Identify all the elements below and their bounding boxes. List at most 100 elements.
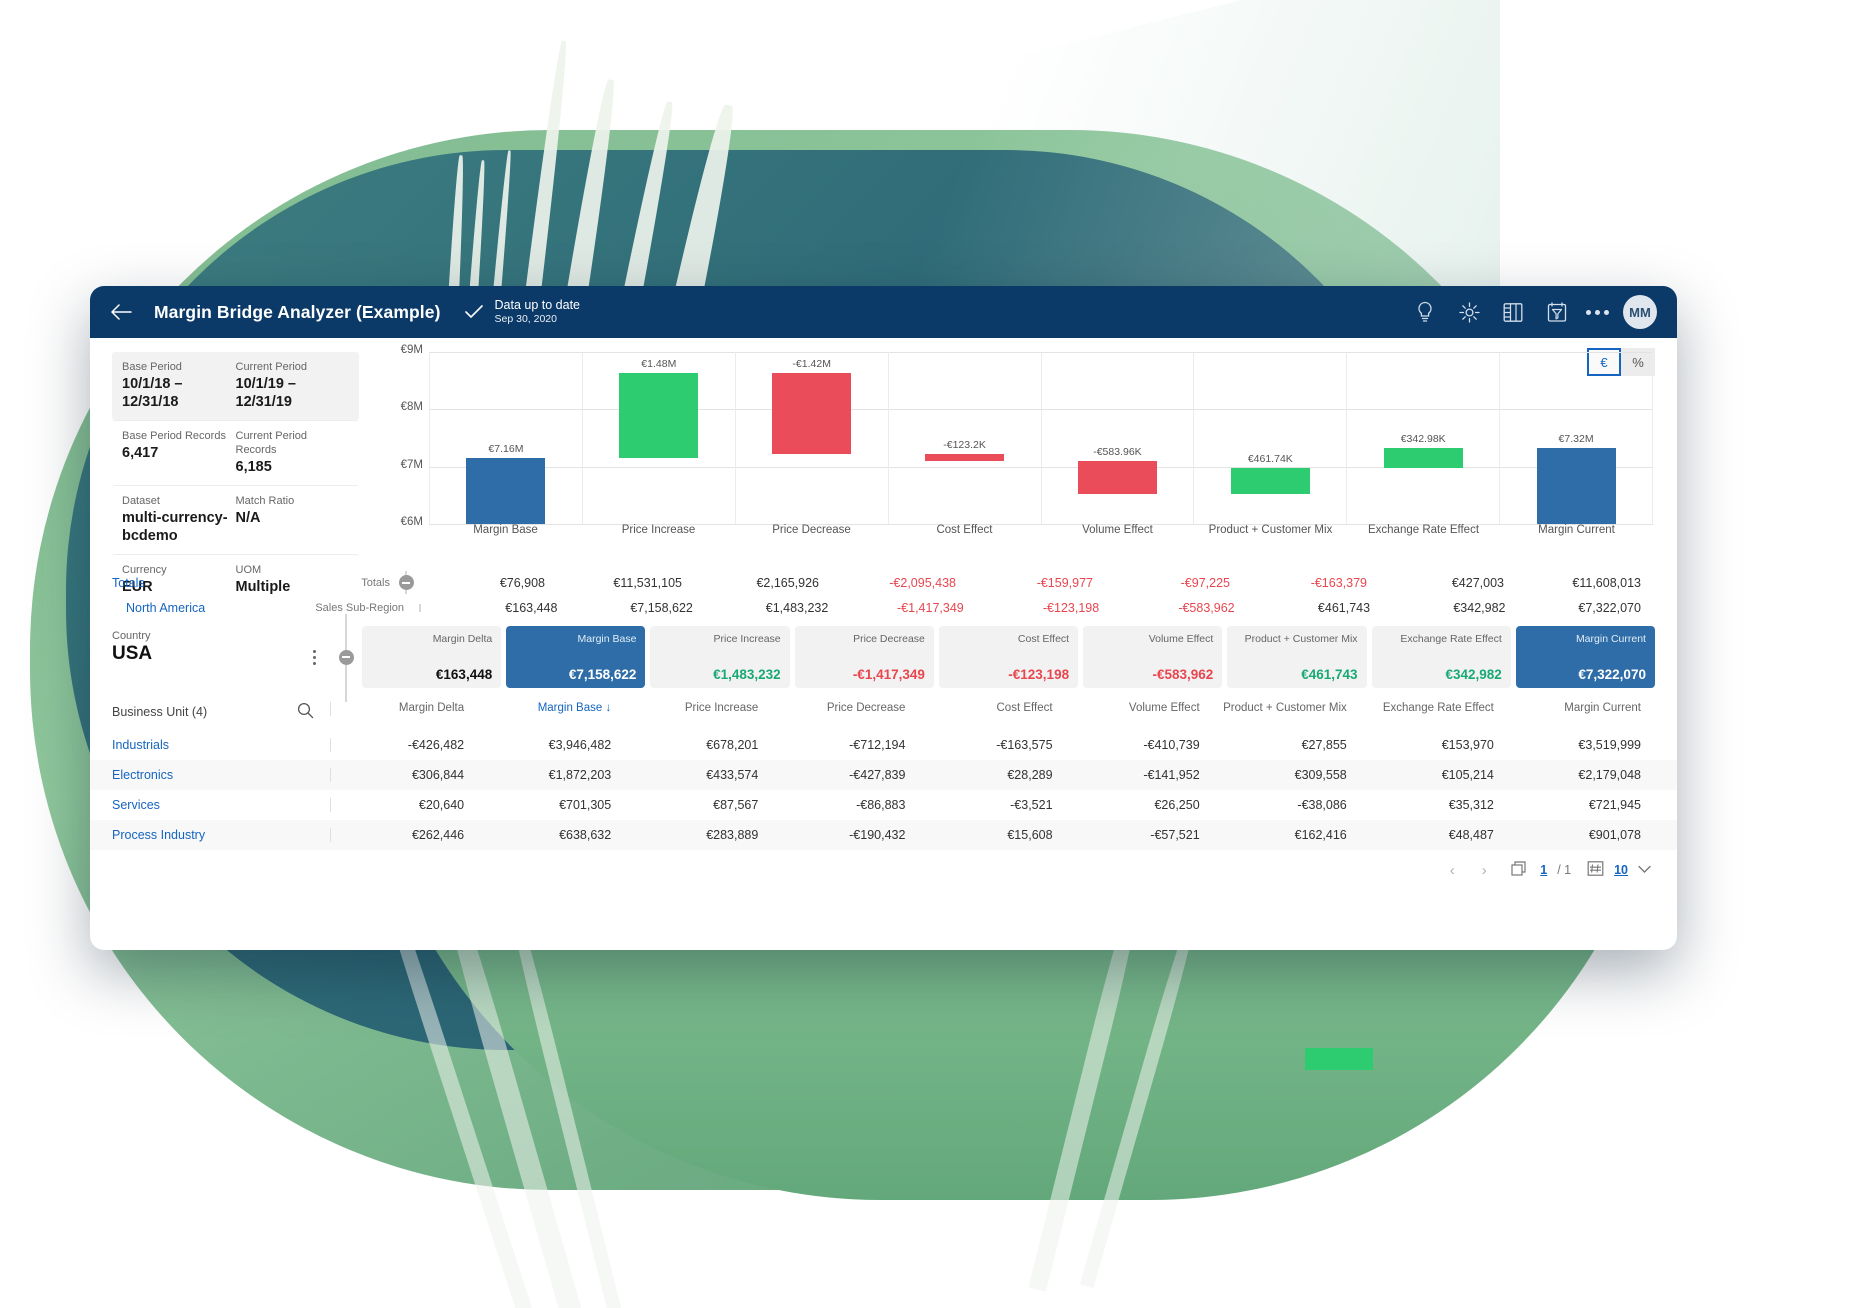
summary-cell: €11,608,013 — [1572, 575, 1641, 590]
chart-bar[interactable] — [1383, 448, 1463, 468]
table-column-header[interactable]: Margin Current — [1508, 702, 1655, 716]
info-label: Dataset — [122, 494, 160, 507]
table-header: Business Unit (4) Margin Delta Margin Bas… — [90, 692, 1677, 730]
summary-row-collapse-toggle[interactable] — [390, 571, 422, 594]
kpi-row: Country USA Margin Delta €163,448 Margin B… — [90, 614, 1677, 702]
dataset-info-panel: Base Period 10/1/18 – 12/31/18 Current P… — [90, 338, 373, 595]
chart-x-tick-label: Product + Customer Mix — [1208, 524, 1333, 536]
table-cell: €306,844 — [411, 768, 465, 782]
summary-row-name[interactable]: Totals — [112, 576, 298, 590]
chart-bar[interactable] — [1230, 467, 1310, 495]
kpi-card-value: €342,982 — [1445, 667, 1502, 682]
table-column-header[interactable]: Margin Delta — [331, 702, 478, 716]
table-column-header[interactable]: Product + Customer Mix — [1214, 702, 1361, 716]
summary-cell: -€2,095,438 — [889, 575, 956, 590]
info-cell: Base Period 10/1/18 – 12/31/18 — [122, 360, 236, 412]
kpi-card-title: Price Increase — [713, 633, 781, 645]
summary-cell: €163,448 — [505, 600, 558, 615]
rows-per-page[interactable]: 10 — [1614, 863, 1628, 877]
table-row-cells: -€426,482 €3,946,482 €678,201 -€712,194 -€16… — [330, 738, 1655, 752]
table-column-header[interactable]: Margin Base ↓ — [478, 702, 625, 716]
table-cell: €105,214 — [1441, 768, 1494, 782]
table-row[interactable]: Process Industry €262,446 €638,632 €283,889… — [90, 820, 1677, 850]
chart-plot-area: €9M €8M €7M €6M €7.16M €1.48M -€1.42M -€123.2K -… — [401, 344, 1653, 528]
chart-bar[interactable] — [619, 372, 699, 458]
kpi-dimension-value: USA — [112, 643, 153, 664]
chart-bar[interactable] — [1536, 448, 1616, 524]
kpi-card[interactable]: Price Increase €1,483,232 — [650, 626, 790, 688]
chevron-right-icon[interactable]: › — [1473, 862, 1495, 879]
info-label: Current Period Records — [235, 429, 308, 456]
chart-column: €461.74K — [1194, 352, 1348, 524]
summary-cell: €2,165,926 — [756, 575, 819, 590]
pages-icon — [1511, 860, 1530, 880]
table-cell: -€426,482 — [407, 738, 465, 752]
kpi-card[interactable]: Margin Current €7,322,070 — [1515, 626, 1655, 688]
summary-cell: €76,908 — [499, 575, 545, 590]
more-icon[interactable] — [1586, 309, 1609, 315]
table-cell: €153,970 — [1441, 738, 1494, 752]
rows-icon — [1587, 860, 1604, 880]
summary-cell: -€163,379 — [1310, 575, 1367, 590]
chart-column: €7.16M — [429, 352, 583, 524]
page-current[interactable]: 1 — [1540, 863, 1547, 877]
search-icon[interactable] — [297, 702, 314, 722]
background-green-bar — [1305, 1048, 1373, 1070]
table-cell: €3,519,999 — [1578, 738, 1641, 752]
chart-bar-label: €1.48M — [641, 357, 677, 370]
table-row-name[interactable]: Services — [112, 798, 330, 812]
kpi-card[interactable]: Product + Customer Mix €461,743 — [1227, 626, 1367, 688]
top-section: Base Period 10/1/18 – 12/31/18 Current P… — [90, 338, 1677, 595]
back-button[interactable] — [108, 299, 134, 325]
kpi-card-value: -€1,417,349 — [852, 667, 925, 682]
kpi-card[interactable]: Cost Effect -€123,198 — [938, 626, 1079, 688]
table-cell: €3,946,482 — [548, 738, 612, 752]
chart-column: €7.32M — [1500, 352, 1653, 524]
info-value: 6,417 — [122, 444, 159, 461]
table-column-header[interactable]: Price Decrease — [772, 702, 919, 716]
kpi-collapse-toggle[interactable] — [330, 614, 362, 702]
kpi-card[interactable]: Volume Effect -€583,962 — [1083, 626, 1223, 688]
table-cell: -€38,086 — [1297, 798, 1347, 812]
table-row-name[interactable]: Electronics — [112, 768, 330, 782]
group-by-control[interactable]: Business Unit (4) — [112, 702, 330, 722]
table-row-name[interactable]: Industrials — [112, 738, 330, 752]
chart-y-tick-label: €8M — [400, 401, 423, 414]
table-row[interactable]: Electronics €306,844 €1,872,203 €433,574 -€4… — [90, 760, 1677, 790]
avatar[interactable]: MM — [1623, 295, 1657, 329]
table-row[interactable]: Industrials -€426,482 €3,946,482 €678,201 -€… — [90, 730, 1677, 760]
table-icon[interactable] — [1496, 295, 1530, 329]
chart-x-tick-label: Cost Effect — [936, 524, 993, 536]
summary-cell: -€123,198 — [1042, 600, 1100, 615]
kpi-card-title: Margin Current — [1575, 633, 1646, 645]
chart-bar[interactable] — [925, 453, 1005, 461]
chart-x-axis: Margin Base Price Increase Price Decrease C… — [429, 524, 1653, 538]
table-row[interactable]: Services €20,640 €701,305 €87,567 -€86,883 -€… — [90, 790, 1677, 820]
chart-bar[interactable] — [466, 457, 546, 524]
lightbulb-icon[interactable] — [1408, 295, 1442, 329]
table-body: Industrials -€426,482 €3,946,482 €678,201 -€… — [90, 730, 1677, 850]
chart-column: €1.48M — [583, 352, 736, 524]
kpi-card[interactable]: Margin Base €7,158,622 — [506, 626, 646, 688]
table-row-name[interactable]: Process Industry — [112, 828, 330, 842]
chart-bar[interactable] — [772, 372, 852, 454]
kpi-card[interactable]: Margin Delta €163,448 — [362, 626, 502, 688]
kpi-row-menu-button[interactable] — [298, 626, 330, 688]
table-column-header[interactable]: Exchange Rate Effect — [1361, 702, 1508, 716]
chevron-down-icon[interactable] — [1638, 863, 1651, 877]
chart-column: -€1.42M — [736, 352, 889, 524]
summary-row-name[interactable]: North America — [112, 601, 312, 615]
table-column-header[interactable]: Price Increase — [625, 702, 772, 716]
summary-row-cells: €163,448 €7,158,622 €1,483,232 -€1,417,349 -… — [436, 601, 1655, 615]
table-column-header[interactable]: Volume Effect — [1067, 702, 1214, 716]
check-icon — [464, 305, 483, 319]
chart-bar[interactable] — [1077, 460, 1157, 495]
kpi-card[interactable]: Price Decrease -€1,417,349 — [794, 626, 934, 688]
calendar-filter-icon[interactable] — [1540, 295, 1574, 329]
kpi-card-title: Cost Effect — [1017, 633, 1070, 645]
gear-icon[interactable] — [1452, 295, 1486, 329]
kpi-card[interactable]: Exchange Rate Effect €342,982 — [1371, 626, 1511, 688]
chevron-left-icon[interactable]: ‹ — [1441, 862, 1463, 879]
table-column-header[interactable]: Cost Effect — [919, 702, 1066, 716]
summary-cell: €461,743 — [1317, 600, 1371, 615]
